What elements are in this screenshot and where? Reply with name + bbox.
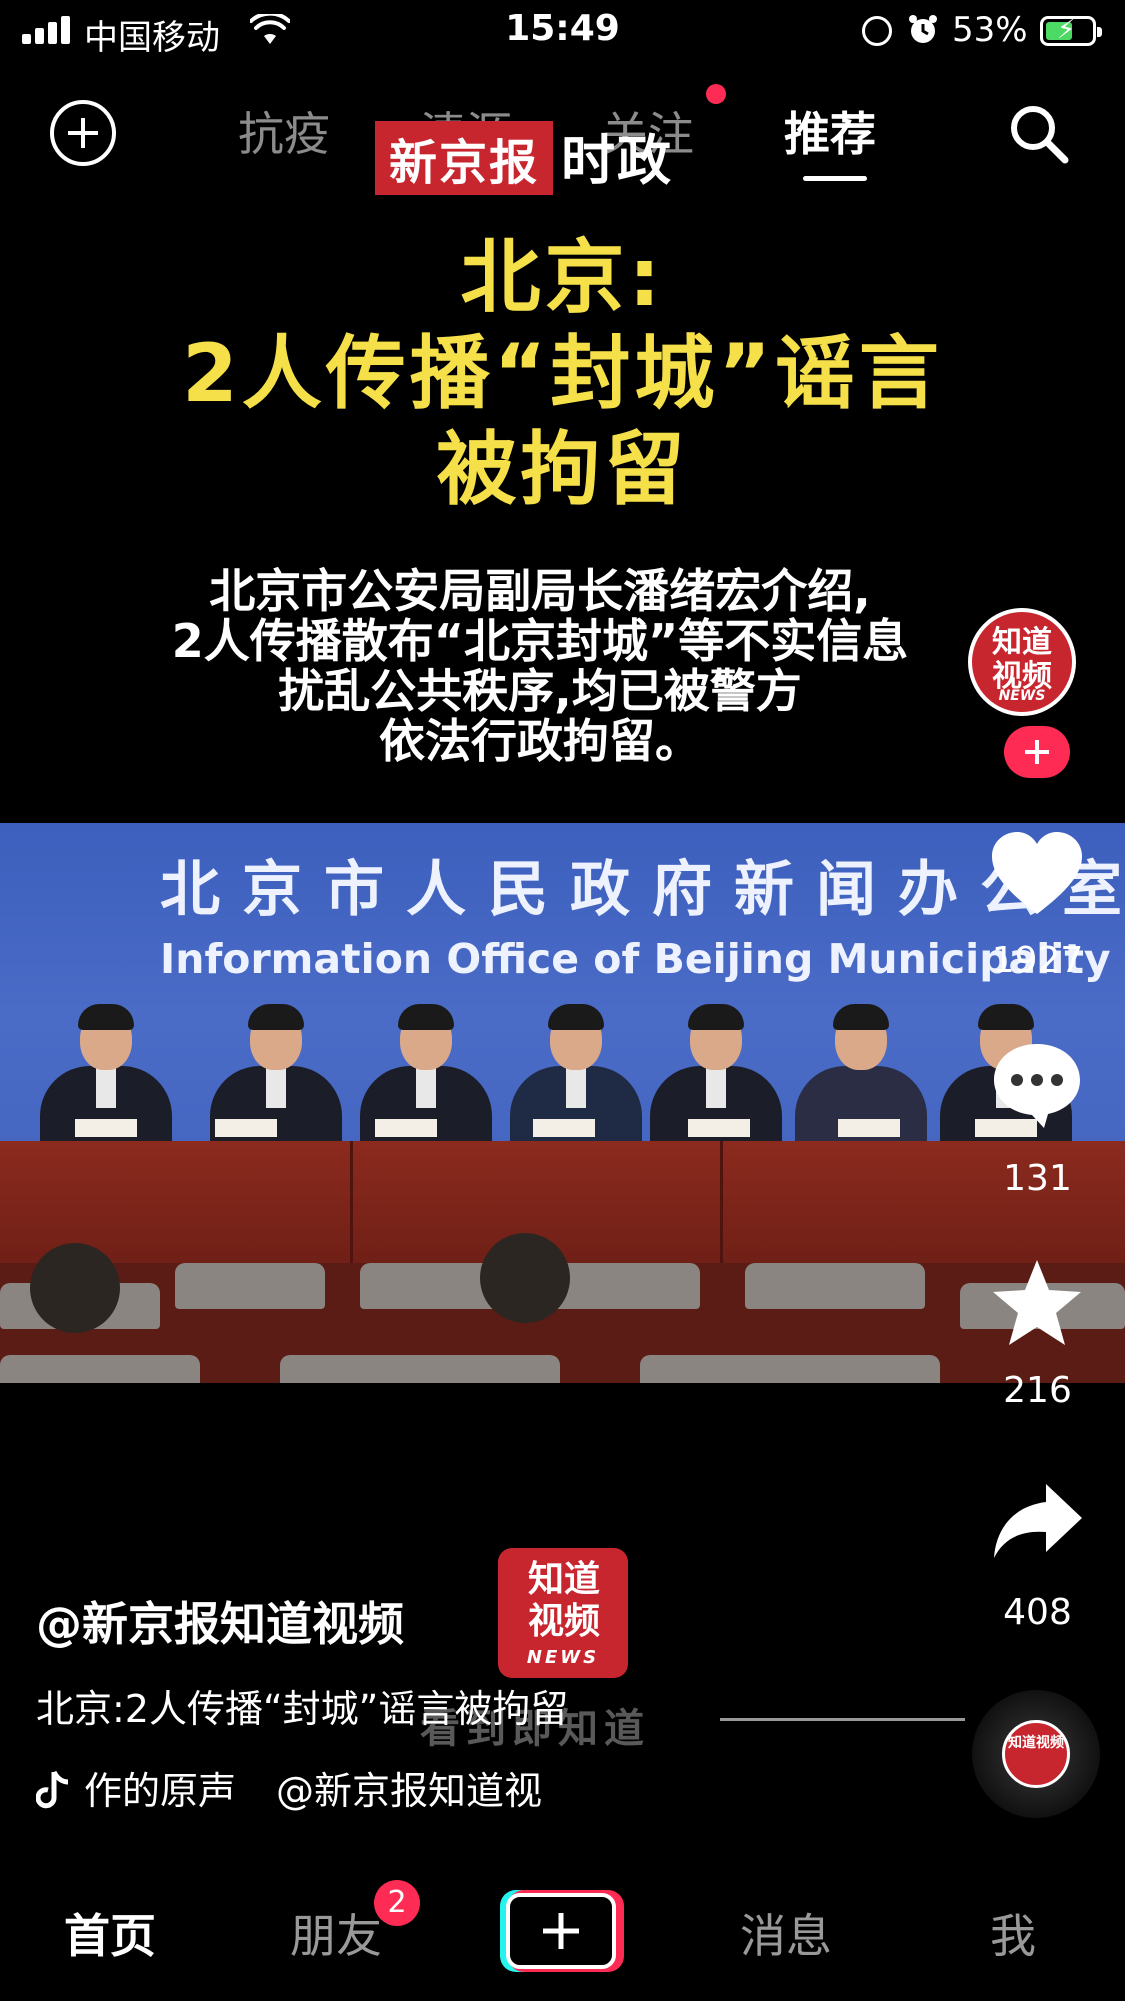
- comment-icon[interactable]: [990, 1040, 1084, 1130]
- tab-friends[interactable]: 朋友: [290, 1900, 382, 1966]
- video-caption[interactable]: 北京:2人传播“封城”谣言被拘留: [36, 1678, 568, 1733]
- music-disc[interactable]: 知道视频: [972, 1690, 1100, 1818]
- watermark-news: NEWS: [526, 1647, 600, 1668]
- audience-seats: [0, 1233, 1125, 1383]
- create-button[interactable]: [500, 1890, 624, 1972]
- summary-line: 2人传播散布“北京封城”等不实信息: [171, 614, 909, 668]
- comment-count: 131: [1003, 1158, 1072, 1199]
- like-count: 1927: [991, 940, 1084, 981]
- headline-line: 被拘留: [436, 423, 689, 516]
- headline-line: 北京:: [460, 231, 665, 324]
- rotation-lock-icon: [862, 16, 892, 46]
- disc-logo: 知道视频: [1002, 1720, 1070, 1788]
- share-icon[interactable]: [990, 1478, 1084, 1568]
- tab-kangyi[interactable]: 抗疫: [238, 98, 330, 164]
- backdrop-title-en: Information Office of Beijing Municipali…: [160, 935, 1111, 983]
- seat: [280, 1355, 560, 1383]
- seat: [745, 1263, 925, 1309]
- active-tab-indicator: [803, 176, 867, 181]
- nameplate: [215, 1119, 277, 1137]
- avatar-text: 知道视频: [992, 625, 1052, 694]
- summary-line: 扰乱公共秩序,均已被警方: [278, 664, 802, 718]
- seat: [175, 1263, 325, 1309]
- video-summary: 北京市公安局副局长潘绪宏介绍, 2人传播散布“北京封城”等不实信息 扰乱公共秩序…: [90, 566, 990, 766]
- author-handle[interactable]: @新京报知道视频: [36, 1588, 404, 1654]
- caption-divider: [720, 1718, 965, 1721]
- headline-line: 2人传播“封城”谣言: [182, 327, 943, 420]
- watermark-text: 知道视频: [527, 1558, 600, 1642]
- nameplate: [75, 1119, 137, 1137]
- nameplate: [533, 1119, 595, 1137]
- friends-badge: 2: [374, 1880, 420, 1926]
- star-icon[interactable]: [990, 1258, 1084, 1348]
- tab-home[interactable]: 首页: [64, 1900, 156, 1966]
- brand-strip: 新京报 时政: [375, 116, 673, 195]
- desk-seam: [350, 1141, 353, 1271]
- battery-icon: ⚡: [1040, 16, 1102, 46]
- plus-icon: [510, 1897, 612, 1965]
- heart-icon[interactable]: [990, 830, 1084, 920]
- avatar-news: NEWS: [998, 688, 1046, 704]
- tab-me[interactable]: 我: [990, 1900, 1036, 1966]
- summary-line: 依法行政拘留。: [379, 714, 701, 768]
- backdrop-title-cn: 北京市人民政府新闻办公室: [160, 855, 1125, 925]
- music-author: @新京报知道视: [276, 1769, 543, 1813]
- nameplate: [375, 1119, 437, 1137]
- status-bar: 中国移动 15:49 53% ⚡: [0, 0, 1125, 62]
- share-count: 408: [1003, 1592, 1072, 1633]
- desk-seam: [720, 1141, 723, 1271]
- nameplate: [688, 1119, 750, 1137]
- seat: [0, 1355, 200, 1383]
- audience-member: [30, 1243, 120, 1333]
- nameplate: [838, 1119, 900, 1137]
- summary-line: 北京市公安局副局长潘绪宏介绍,: [209, 564, 871, 618]
- watermark-logo: 知道视频 NEWS: [498, 1548, 628, 1678]
- author-avatar[interactable]: 知道视频 NEWS: [968, 608, 1076, 716]
- tab-messages[interactable]: 消息: [740, 1900, 832, 1966]
- music-note-icon: [36, 1770, 69, 1809]
- brand-logo-xinjingbao: 新京报: [375, 121, 554, 195]
- battery-percent: 53%: [952, 10, 1028, 50]
- bottom-tab-bar: 首页 朋友 2 消息 我: [0, 1870, 1125, 2001]
- notification-dot: [706, 84, 726, 104]
- favorite-count: 216: [1003, 1370, 1072, 1411]
- conference-desk: [0, 1141, 1125, 1271]
- search-icon[interactable]: [1005, 100, 1071, 166]
- music-source: 作的原声: [84, 1769, 237, 1813]
- music-row[interactable]: 作的原声 @新京报知道视: [36, 1760, 636, 1815]
- add-circle-icon[interactable]: [50, 100, 116, 166]
- follow-button[interactable]: [1004, 726, 1070, 778]
- audience-member: [480, 1233, 570, 1323]
- press-conference-photo: 北京市人民政府新闻办公室 Information Office of Beiji…: [0, 823, 1125, 1383]
- video-headline: 北京: 2人传播“封城”谣言 被拘留: [0, 230, 1125, 518]
- tab-recommended[interactable]: 推荐: [784, 98, 876, 164]
- seat: [640, 1355, 940, 1383]
- alarm-icon: [909, 15, 937, 43]
- brand-section: 时政: [561, 129, 674, 192]
